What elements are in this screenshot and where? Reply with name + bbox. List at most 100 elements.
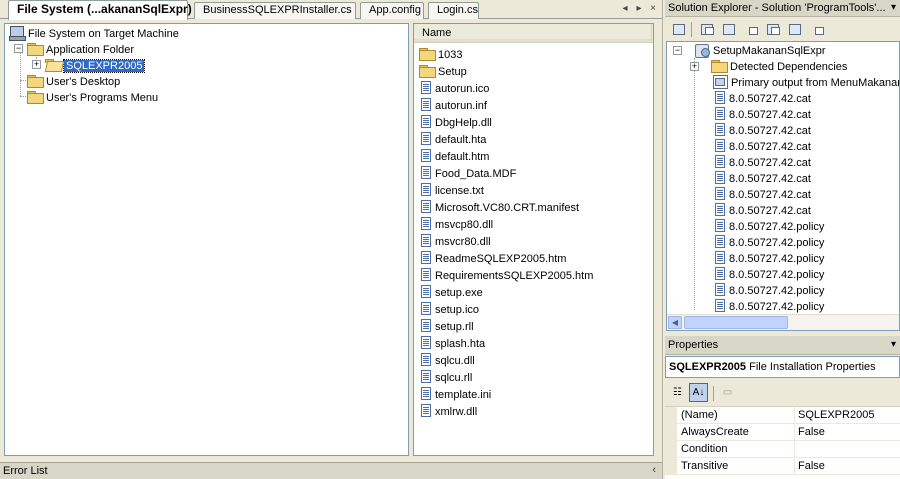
- solution-node-file[interactable]: 8.0.50727.42.cat: [713, 107, 811, 123]
- solution-node-file[interactable]: 8.0.50727.42.cat: [713, 155, 811, 171]
- solution-node-file[interactable]: 8.0.50727.42.cat: [713, 123, 811, 139]
- column-header-name[interactable]: Name: [414, 24, 652, 42]
- list-item-file[interactable]: msvcr80.dll: [419, 234, 491, 250]
- list-item-file[interactable]: RequirementsSQLEXP2005.htm: [419, 268, 593, 284]
- property-row[interactable]: Transitive False: [665, 458, 900, 475]
- launch-conditions-editor-icon[interactable]: [808, 21, 825, 37]
- solution-node-file[interactable]: 8.0.50727.42.policy: [713, 219, 824, 235]
- list-item-folder[interactable]: Setup: [419, 64, 467, 80]
- tree-node-application-folder[interactable]: Application Folder: [27, 42, 134, 58]
- list-item-folder[interactable]: 1033: [419, 47, 462, 63]
- dropdown-arrow-icon[interactable]: ▾: [887, 0, 896, 16]
- list-item-file[interactable]: Microsoft.VC80.CRT.manifest: [419, 200, 579, 216]
- row-gutter: [665, 458, 677, 475]
- list-item-file[interactable]: Food_Data.MDF: [419, 166, 516, 182]
- list-item-file[interactable]: autorun.ico: [419, 81, 489, 97]
- list-item-file[interactable]: license.txt: [419, 183, 484, 199]
- object-selector[interactable]: SQLEXPR2005 File Installation Properties: [665, 356, 900, 378]
- tree-node-label: User's Programs Menu: [46, 92, 159, 104]
- solution-node-file[interactable]: 8.0.50727.42.cat: [713, 171, 811, 187]
- tree-node-sqlexpr2005[interactable]: SQLEXPR2005: [45, 58, 146, 74]
- tree-node-users-desktop[interactable]: User's Desktop: [27, 74, 120, 90]
- solution-node-project[interactable]: SetupMakananSqlExpr: [695, 43, 826, 59]
- list-item-label: ReadmeSQLEXP2005.htm: [435, 253, 567, 265]
- list-item-file[interactable]: autorun.inf: [419, 98, 487, 114]
- solution-node-file[interactable]: 8.0.50727.42.cat: [713, 203, 811, 219]
- list-item-file[interactable]: setup.exe: [419, 285, 483, 301]
- error-list-panel[interactable]: Error List ‹: [0, 462, 662, 479]
- solution-node-file[interactable]: 8.0.50727.42.cat: [713, 139, 811, 155]
- dropdown-arrow-icon[interactable]: ▾: [887, 336, 896, 354]
- document-icon: [715, 251, 725, 264]
- solution-node-file[interactable]: 8.0.50727.42.cat: [713, 187, 811, 203]
- solution-node-file[interactable]: 8.0.50727.42.policy: [713, 283, 824, 299]
- collapse-project-icon[interactable]: −: [673, 46, 682, 55]
- solution-node-file[interactable]: 8.0.50727.42.policy: [713, 299, 824, 315]
- horizontal-scrollbar[interactable]: ◀: [667, 314, 899, 330]
- file-system-editor: File System on Target Machine − Applicat…: [0, 19, 662, 462]
- registry-editor-icon[interactable]: [720, 21, 737, 37]
- list-item-file[interactable]: sqlcu.rll: [419, 370, 472, 386]
- expand-sqlexpr2005-icon[interactable]: +: [32, 60, 41, 69]
- list-item-file[interactable]: default.hta: [419, 132, 486, 148]
- property-row[interactable]: AlwaysCreate False: [665, 424, 900, 441]
- solution-node-file[interactable]: 8.0.50727.42.policy: [713, 267, 824, 283]
- row-gutter: [665, 441, 677, 458]
- document-icon: [421, 370, 431, 383]
- property-row[interactable]: Condition: [665, 441, 900, 458]
- scrollbar-thumb[interactable]: [684, 316, 788, 329]
- solution-node-file[interactable]: 8.0.50727.42.cat: [713, 91, 811, 107]
- file-types-editor-icon[interactable]: [742, 21, 759, 37]
- scroll-tabs-right-icon[interactable]: ▸: [632, 3, 646, 15]
- user-interface-editor-icon[interactable]: [764, 21, 781, 37]
- list-item-label: license.txt: [435, 185, 484, 197]
- property-name: Condition: [681, 441, 795, 457]
- categorized-icon[interactable]: ☷: [668, 383, 687, 402]
- list-item-file[interactable]: splash.hta: [419, 336, 485, 352]
- alphabetical-icon[interactable]: A↓: [689, 383, 708, 402]
- solution-node-file[interactable]: 8.0.50727.42.policy: [713, 235, 824, 251]
- tab-login[interactable]: Login.cs: [428, 2, 479, 19]
- list-item-file[interactable]: ReadmeSQLEXP2005.htm: [419, 251, 566, 267]
- expand-dependencies-icon[interactable]: +: [690, 62, 699, 71]
- list-item-file[interactable]: setup.rll: [419, 319, 474, 335]
- document-icon: [715, 123, 725, 136]
- scroll-left-icon[interactable]: ◀: [668, 316, 682, 329]
- solution-node-primary-output[interactable]: Primary output from MenuMakanan: [713, 75, 899, 91]
- scroll-tabs-left-icon[interactable]: ◂: [618, 3, 632, 15]
- collapse-application-folder-icon[interactable]: −: [14, 44, 23, 53]
- custom-actions-editor-icon[interactable]: [786, 21, 803, 37]
- object-type: File Installation Properties: [749, 361, 876, 373]
- list-item-label: setup.ico: [435, 304, 480, 316]
- solution-tree: − SetupMakananSqlExpr + Detected Depende…: [666, 41, 900, 331]
- properties-icon[interactable]: [670, 21, 687, 37]
- list-item-label: sqlcu.dll: [435, 355, 475, 367]
- auto-hide-icon[interactable]: ‹: [652, 464, 656, 476]
- property-pages-icon[interactable]: ▭: [718, 383, 737, 402]
- tab-file-system[interactable]: File System (...akananSqlExpr): [8, 0, 192, 20]
- property-row[interactable]: (Name) SQLEXPR2005: [665, 407, 900, 424]
- close-tab-icon[interactable]: ×: [646, 3, 660, 15]
- solution-node-file[interactable]: 8.0.50727.42.policy: [713, 251, 824, 267]
- tree-node-root[interactable]: File System on Target Machine: [9, 26, 179, 42]
- list-item-file[interactable]: setup.ico: [419, 302, 479, 318]
- list-item-file[interactable]: sqlcu.dll: [419, 353, 475, 369]
- solution-node-detected-dependencies[interactable]: Detected Dependencies: [711, 59, 847, 75]
- tab-business-installer[interactable]: BusinessSQLEXPRInstaller.cs: [194, 2, 356, 19]
- list-item-file[interactable]: template.ini: [419, 387, 491, 403]
- toolbar-separator: [691, 22, 692, 37]
- tree-node-users-programs-menu[interactable]: User's Programs Menu: [27, 90, 158, 106]
- properties-toolbar: ☷ A↓ ▭: [665, 380, 900, 405]
- list-item-file[interactable]: xmlrw.dll: [419, 404, 477, 420]
- file-system-editor-icon[interactable]: [698, 21, 715, 37]
- property-value[interactable]: False: [798, 424, 898, 440]
- list-item-file[interactable]: default.htm: [419, 149, 489, 165]
- property-value[interactable]: False: [798, 458, 898, 474]
- list-item-label: Setup: [438, 66, 467, 78]
- list-item-file[interactable]: DbgHelp.dll: [419, 115, 492, 131]
- tab-app-config[interactable]: App.config: [360, 2, 424, 19]
- property-value[interactable]: SQLEXPR2005: [798, 407, 898, 423]
- list-item-label: Food_Data.MDF: [435, 168, 517, 180]
- property-value[interactable]: [798, 441, 898, 457]
- list-item-file[interactable]: msvcp80.dll: [419, 217, 493, 233]
